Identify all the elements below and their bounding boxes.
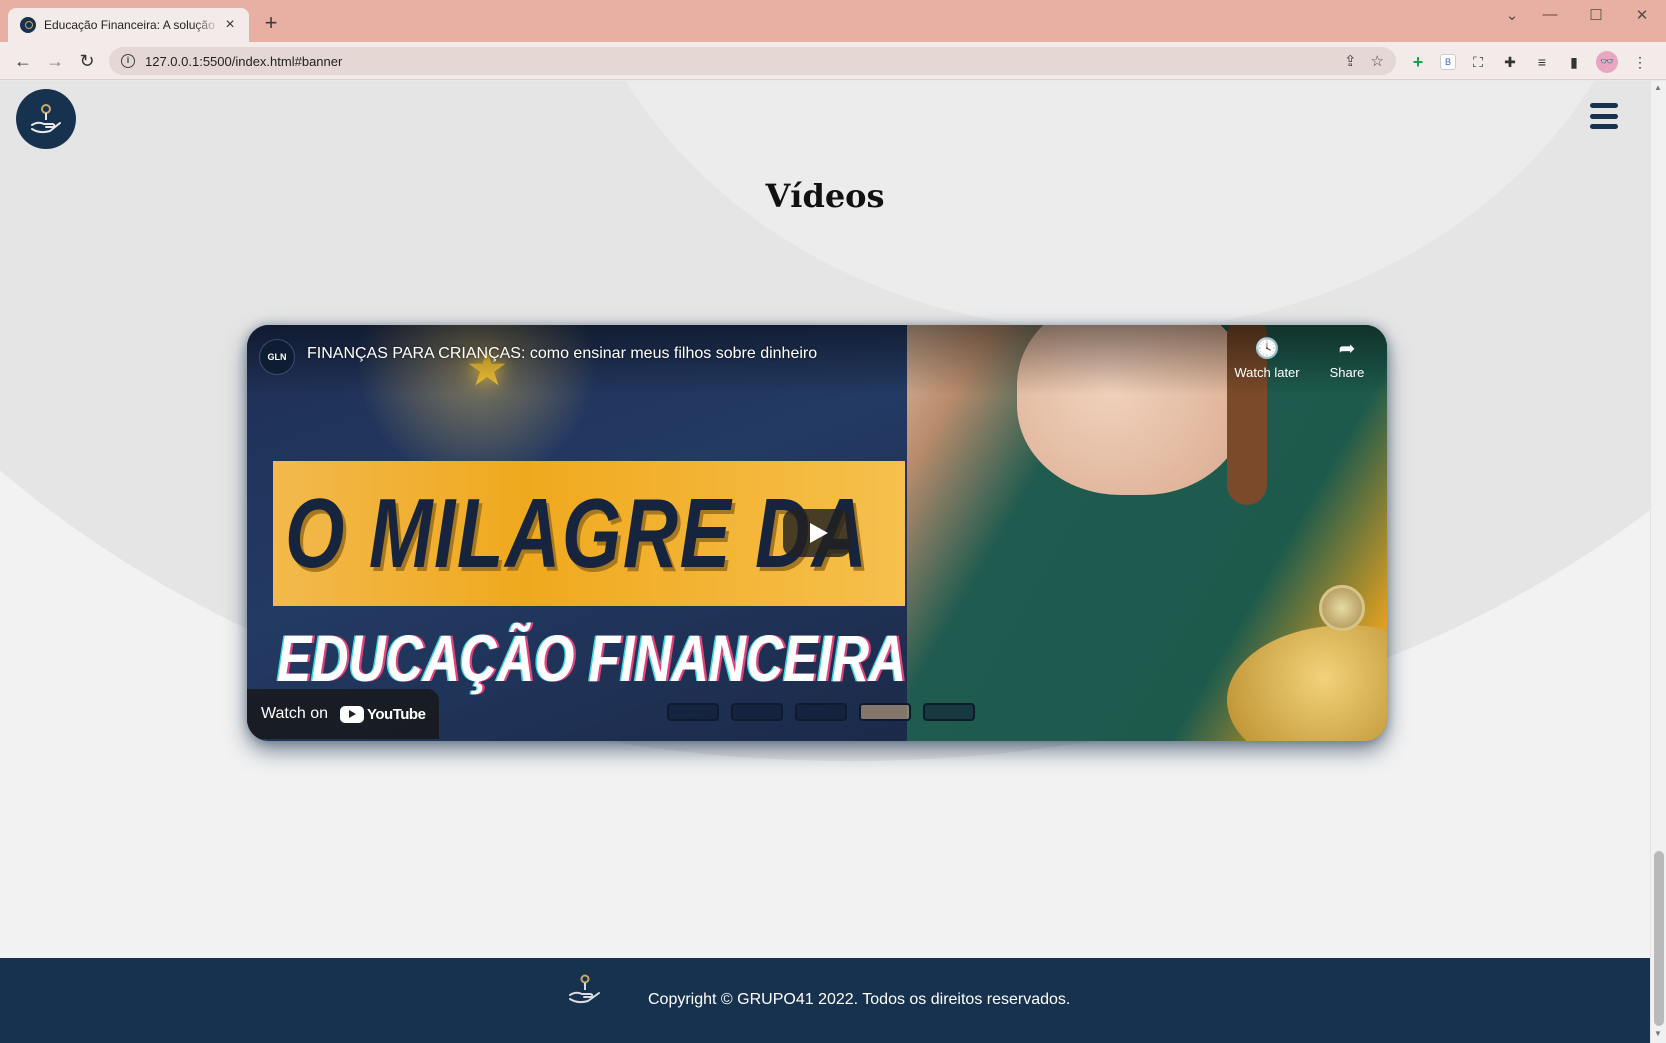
watch-later-label: Watch later bbox=[1234, 365, 1300, 380]
new-tab-button[interactable]: + bbox=[260, 12, 282, 34]
tab-close-button[interactable]: × bbox=[221, 16, 239, 34]
reload-icon[interactable]: ↻ bbox=[74, 48, 100, 74]
minimize-button[interactable]: — bbox=[1538, 6, 1562, 23]
extension-b-icon[interactable]: B bbox=[1440, 54, 1456, 70]
youtube-embed[interactable]: ★ O MILAGRE DA EDUCAÇÃO FINANCEIRA GLN F… bbox=[247, 325, 1387, 741]
page-viewport: Vídeos ★ O MILAGRE DA EDUCAÇÃO FINANCEIR… bbox=[0, 81, 1650, 1043]
maximize-button[interactable]: ☐ bbox=[1584, 6, 1608, 24]
dot bbox=[859, 703, 911, 721]
section-title: Vídeos bbox=[765, 177, 885, 215]
channel-avatar[interactable]: GLN bbox=[259, 339, 295, 375]
url-text[interactable]: 127.0.0.1:5500/index.html#banner bbox=[145, 54, 342, 69]
profile-avatar-icon[interactable]: 👓 bbox=[1596, 51, 1618, 73]
thumbnail-progress-dots bbox=[667, 703, 975, 721]
youtube-icon: YouTube bbox=[340, 705, 426, 723]
share-label: Share bbox=[1329, 365, 1365, 380]
back-arrow-icon[interactable]: ← bbox=[10, 48, 36, 74]
browser-tab[interactable]: Educação Financeira: A solução c × bbox=[8, 8, 249, 42]
tab-title: Educação Financeira: A solução c bbox=[44, 18, 220, 32]
youtube-play-mark bbox=[340, 705, 364, 723]
hamburger-menu-icon[interactable] bbox=[1590, 101, 1618, 131]
site-info-icon[interactable]: i bbox=[121, 54, 135, 68]
clock-icon: 🕓 bbox=[1254, 338, 1280, 360]
share-page-icon[interactable]: ⇪ bbox=[1344, 52, 1357, 70]
forward-arrow-icon[interactable]: → bbox=[42, 48, 68, 74]
dot bbox=[667, 703, 719, 721]
video-title[interactable]: FINANÇAS PARA CRIANÇAS: como ensinar meu… bbox=[307, 345, 817, 363]
reading-list-icon[interactable]: ≡ bbox=[1532, 52, 1552, 72]
youtube-wordmark: YouTube bbox=[367, 705, 426, 723]
dot bbox=[795, 703, 847, 721]
side-panel-icon[interactable]: ▮ bbox=[1564, 52, 1584, 72]
logo-hand-coin-icon[interactable] bbox=[16, 89, 76, 149]
watch-on-label: Watch on bbox=[261, 705, 328, 722]
extension-plus-icon[interactable]: + bbox=[1408, 52, 1428, 72]
watch-later-button[interactable]: 🕓 Watch later bbox=[1232, 337, 1302, 380]
share-icon: ➦ bbox=[1338, 338, 1356, 360]
extensions-puzzle-icon[interactable]: ✚ bbox=[1500, 52, 1520, 72]
scroll-up-arrow-icon[interactable]: ▲ bbox=[1654, 83, 1662, 92]
bookmark-star-icon[interactable]: ☆ bbox=[1371, 52, 1384, 70]
browser-toolbar: ← → ↻ i 127.0.0.1:5500/index.html#banner… bbox=[0, 42, 1666, 80]
close-window-button[interactable]: ✕ bbox=[1630, 6, 1654, 24]
browser-menu-icon[interactable]: ⋮ bbox=[1630, 52, 1650, 72]
screenshot-icon[interactable]: ⛶ bbox=[1468, 52, 1488, 72]
dot bbox=[923, 703, 975, 721]
copyright-text: Copyright © GRUPO41 2022. Todos os direi… bbox=[648, 991, 1071, 1008]
scroll-down-arrow-icon[interactable]: ▼ bbox=[1654, 1029, 1662, 1038]
browser-tab-strip: Educação Financeira: A solução c × + ⌄ —… bbox=[0, 0, 1666, 42]
play-icon[interactable] bbox=[783, 509, 851, 557]
address-bar[interactable]: i 127.0.0.1:5500/index.html#banner ⇪ ☆ bbox=[109, 47, 1396, 75]
share-button[interactable]: ➦ Share bbox=[1312, 337, 1382, 380]
footer: Copyright © GRUPO41 2022. Todos os direi… bbox=[0, 958, 1650, 1043]
tab-search-button[interactable]: ⌄ bbox=[1500, 6, 1524, 24]
scroll-thumb[interactable] bbox=[1654, 851, 1664, 1026]
page-scrollbar[interactable]: ▲ ▼ bbox=[1650, 81, 1666, 1043]
thumbnail-coin bbox=[1319, 585, 1365, 631]
thumbnail-headline-1: O MILAGRE DA bbox=[285, 478, 869, 588]
dot bbox=[731, 703, 783, 721]
watch-on-youtube-button[interactable]: Watch on YouTube bbox=[247, 689, 440, 739]
tab-favicon-icon bbox=[20, 17, 36, 33]
footer-logo-icon bbox=[569, 974, 600, 1004]
